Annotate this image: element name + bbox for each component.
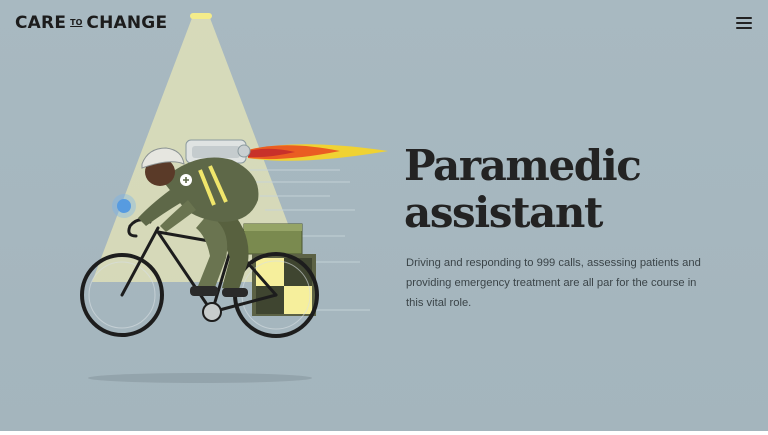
page-bottom-divider bbox=[0, 431, 768, 435]
hero-title-line-1: Paramedic bbox=[404, 141, 642, 190]
menu-line bbox=[736, 27, 752, 29]
ground-shadow bbox=[88, 373, 312, 383]
hero-title: Paramedic assistant bbox=[404, 142, 704, 236]
paramedic-on-jet-bicycle-illustration bbox=[80, 13, 388, 383]
hero-title-line-2: assistant bbox=[404, 188, 603, 237]
menu-line bbox=[736, 17, 752, 19]
hero-description: Driving and responding to 999 calls, ass… bbox=[406, 257, 701, 309]
jet-flame bbox=[248, 144, 388, 161]
bicycle-chainring bbox=[202, 302, 222, 322]
hamburger-menu-icon[interactable] bbox=[736, 15, 752, 29]
street-lamp bbox=[190, 13, 212, 19]
menu-line bbox=[736, 22, 752, 24]
